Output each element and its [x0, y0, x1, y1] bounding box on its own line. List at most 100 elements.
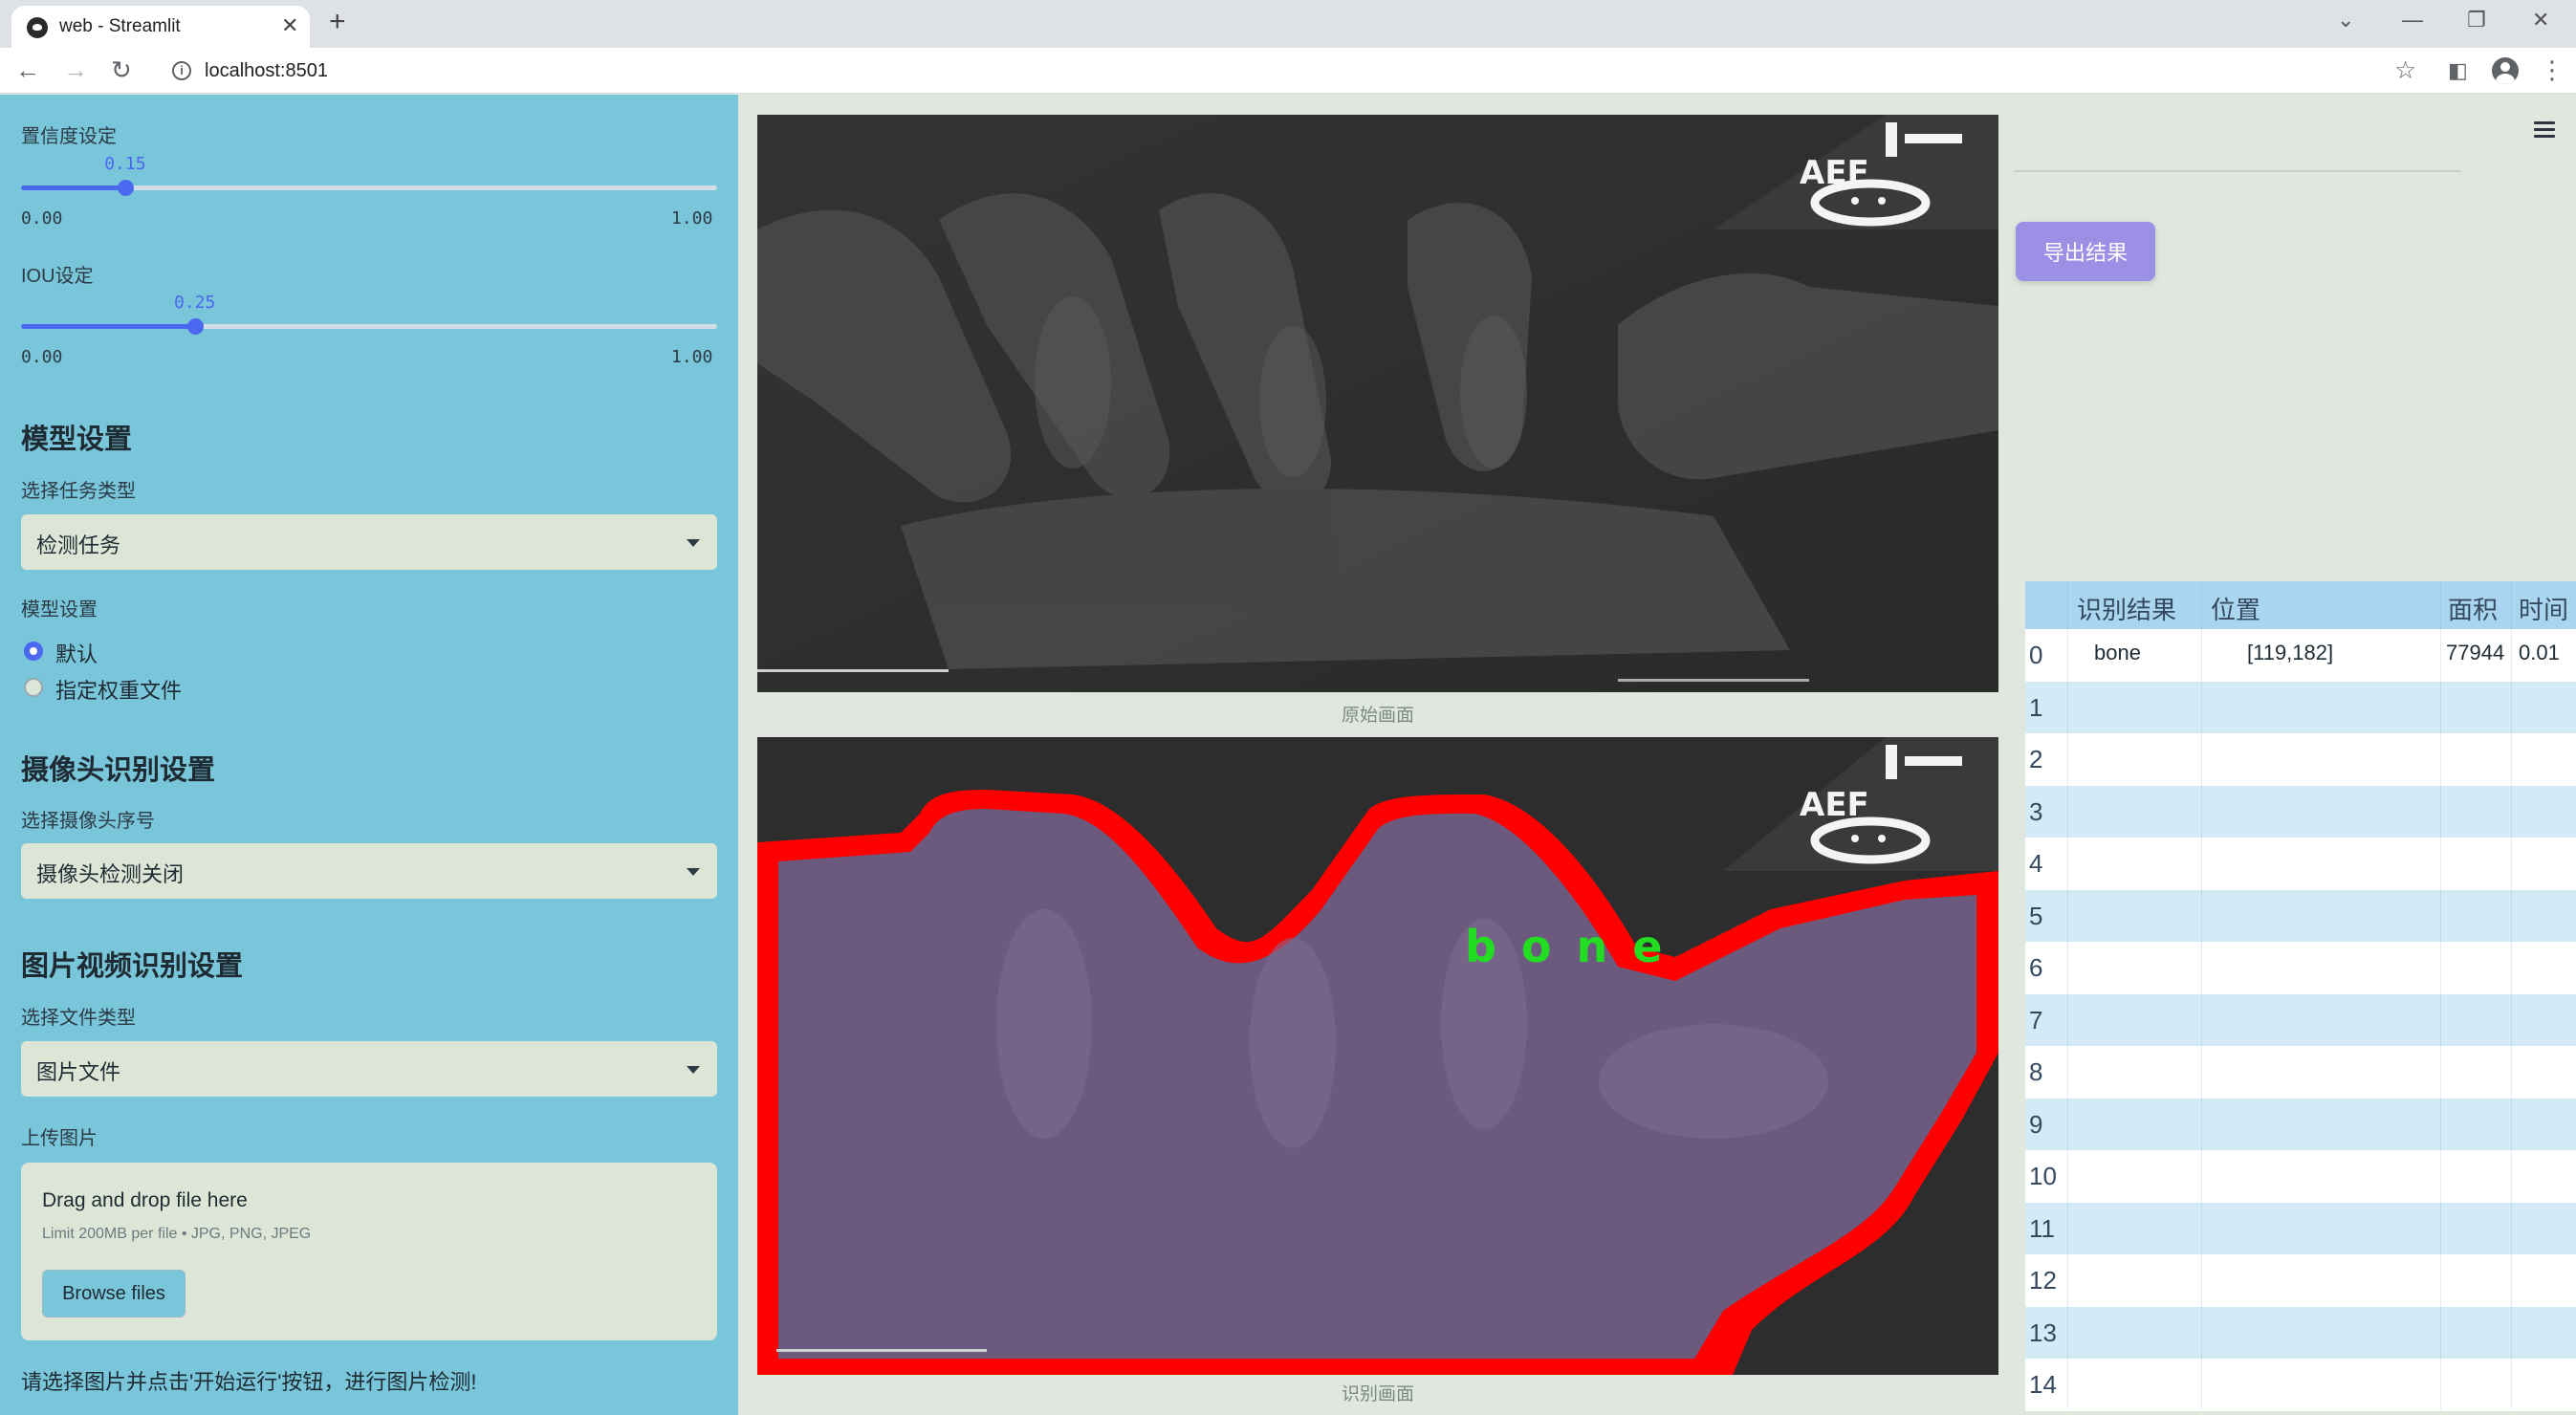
site-info-icon[interactable]: i — [172, 61, 191, 80]
new-tab-icon[interactable]: + — [329, 6, 346, 38]
row-index: 10 — [2029, 1162, 2057, 1190]
iou-slider-thumb[interactable] — [187, 318, 204, 335]
task-type-value: 检测任务 — [36, 533, 121, 557]
browse-files-button[interactable]: Browse files — [42, 1270, 186, 1317]
row-index: 8 — [2029, 1057, 2043, 1086]
export-results-button[interactable]: 导出结果 — [2016, 222, 2155, 281]
detection-image: AEF bone — [757, 737, 1998, 1375]
bookmark-star-icon[interactable]: ☆ — [2394, 55, 2416, 85]
detection-label-text: bone — [1465, 921, 1687, 972]
browser-menu-icon[interactable]: ⋮ — [2540, 55, 2565, 85]
column-divider — [2511, 581, 2512, 1409]
iou-slider[interactable] — [21, 318, 717, 335]
file-type-label: 选择文件类型 — [21, 1008, 136, 1029]
browser-tab-bar: web - Streamlit ✕ + ⌄ — ❐ ✕ — [0, 0, 2576, 48]
close-window-icon[interactable]: ✕ — [2532, 8, 2549, 33]
radio-custom-weights-label[interactable]: 指定权重文件 — [55, 674, 182, 705]
upload-label: 上传图片 — [21, 1128, 98, 1149]
radio-default[interactable] — [24, 642, 43, 661]
table-row[interactable]: 7 — [2025, 993, 2576, 1046]
table-row[interactable]: 2 — [2025, 733, 2576, 786]
header-time[interactable]: 时间 — [2519, 591, 2568, 626]
original-image: AEF — [757, 115, 1998, 692]
media-section-title: 图片视频识别设置 — [21, 951, 244, 982]
browser-toolbar: ← → ↻ i localhost:8501 ☆ ◧ ⋮ — [0, 48, 2576, 94]
back-arrow-icon[interactable]: ← — [15, 55, 40, 85]
restore-icon[interactable]: ❐ — [2467, 8, 2486, 33]
table-row[interactable]: 0 bone [119,182] 77944 0.01 — [2025, 629, 2576, 682]
table-row[interactable]: 11 — [2025, 1202, 2576, 1254]
table-row[interactable]: 3 — [2025, 785, 2576, 838]
iou-slider-fill — [21, 324, 195, 329]
row-index: 6 — [2029, 953, 2043, 982]
table-row[interactable]: 5 — [2025, 889, 2576, 942]
header-position[interactable]: 位置 — [2211, 591, 2260, 626]
row-index: 0 — [2029, 641, 2043, 669]
confidence-slider-fill — [21, 185, 126, 190]
table-row[interactable]: 12 — [2025, 1254, 2576, 1307]
table-row[interactable]: 6 — [2025, 942, 2576, 994]
file-type-value: 图片文件 — [36, 1060, 121, 1084]
table-row[interactable]: 10 — [2025, 1150, 2576, 1203]
task-type-label: 选择任务类型 — [21, 481, 136, 502]
row-index: 9 — [2029, 1109, 2043, 1139]
tab-search-chevron-icon[interactable]: ⌄ — [2337, 8, 2354, 33]
row-index: 7 — [2029, 1005, 2043, 1034]
app-menu-icon[interactable] — [2534, 121, 2555, 142]
table-header: 识别结果 位置 面积 时间 — [2025, 581, 2576, 629]
row-index: 13 — [2029, 1317, 2057, 1347]
cell-result: bone — [2094, 641, 2141, 664]
minimize-icon[interactable]: — — [2402, 8, 2423, 33]
table-row[interactable]: 8 — [2025, 1046, 2576, 1099]
model-section-title: 模型设置 — [21, 424, 133, 455]
camera-index-label: 选择摄像头序号 — [21, 811, 155, 832]
browser-tab[interactable]: web - Streamlit ✕ — [11, 6, 310, 48]
model-setting-label: 模型设置 — [21, 599, 98, 620]
table-row[interactable]: 1 — [2025, 681, 2576, 733]
column-divider — [2440, 581, 2441, 1409]
confidence-slider[interactable] — [21, 180, 717, 196]
camera-section-title: 摄像头识别设置 — [21, 755, 216, 786]
table-row[interactable]: 13 — [2025, 1306, 2576, 1359]
row-index: 12 — [2029, 1266, 2057, 1295]
cell-position: [119,182] — [2247, 641, 2334, 664]
radio-default-label[interactable]: 默认 — [55, 638, 98, 668]
dropzone-limit: Limit 200MB per file • JPG, PNG, JPEG — [42, 1226, 312, 1242]
image-marker-text: AEF — [1800, 154, 1869, 192]
table-row[interactable]: 9 — [2025, 1098, 2576, 1150]
camera-select-value: 摄像头检测关闭 — [36, 862, 185, 886]
header-area[interactable]: 面积 — [2448, 591, 2498, 626]
detection-image-caption: 识别画面 — [1341, 1384, 1414, 1404]
file-dropzone[interactable]: Drag and drop file here Limit 200MB per … — [21, 1163, 717, 1340]
forward-arrow-icon[interactable]: → — [63, 55, 88, 85]
divider — [2014, 170, 2461, 172]
iou-value: 0.25 — [174, 293, 216, 313]
instruction-hint: 请选择图片并点击'开始运行'按钮，进行图片检测! — [21, 1370, 477, 1394]
file-type-select[interactable]: 图片文件 — [21, 1041, 717, 1097]
row-index: 1 — [2029, 692, 2043, 722]
detection-marker-text: AEF — [1800, 786, 1869, 824]
reload-icon[interactable]: ↻ — [111, 55, 132, 85]
side-panel-icon[interactable]: ◧ — [2448, 58, 2468, 83]
close-tab-icon[interactable]: ✕ — [281, 13, 298, 38]
address-bar[interactable]: i localhost:8501 — [157, 54, 2404, 88]
header-result[interactable]: 识别结果 — [2077, 591, 2176, 626]
iou-min: 0.00 — [21, 347, 63, 367]
radio-custom-weights[interactable] — [24, 678, 43, 697]
table-row[interactable]: 14 — [2025, 1359, 2576, 1411]
table-row[interactable]: 4 — [2025, 838, 2576, 890]
chevron-down-icon — [687, 1066, 700, 1074]
row-index: 14 — [2029, 1370, 2057, 1399]
task-type-select[interactable]: 检测任务 — [21, 514, 717, 570]
profile-avatar-icon[interactable] — [2492, 57, 2519, 84]
confidence-slider-thumb[interactable] — [118, 180, 135, 196]
streamlit-favicon-icon — [27, 17, 48, 38]
camera-select[interactable]: 摄像头检测关闭 — [21, 843, 717, 899]
column-divider — [2201, 581, 2202, 1409]
confidence-label: 置信度设定 — [21, 126, 117, 147]
chevron-down-icon — [687, 539, 700, 547]
row-index: 4 — [2029, 849, 2043, 878]
row-index: 3 — [2029, 796, 2043, 826]
iou-max: 1.00 — [671, 347, 713, 367]
original-image-caption: 原始画面 — [1341, 706, 1414, 726]
